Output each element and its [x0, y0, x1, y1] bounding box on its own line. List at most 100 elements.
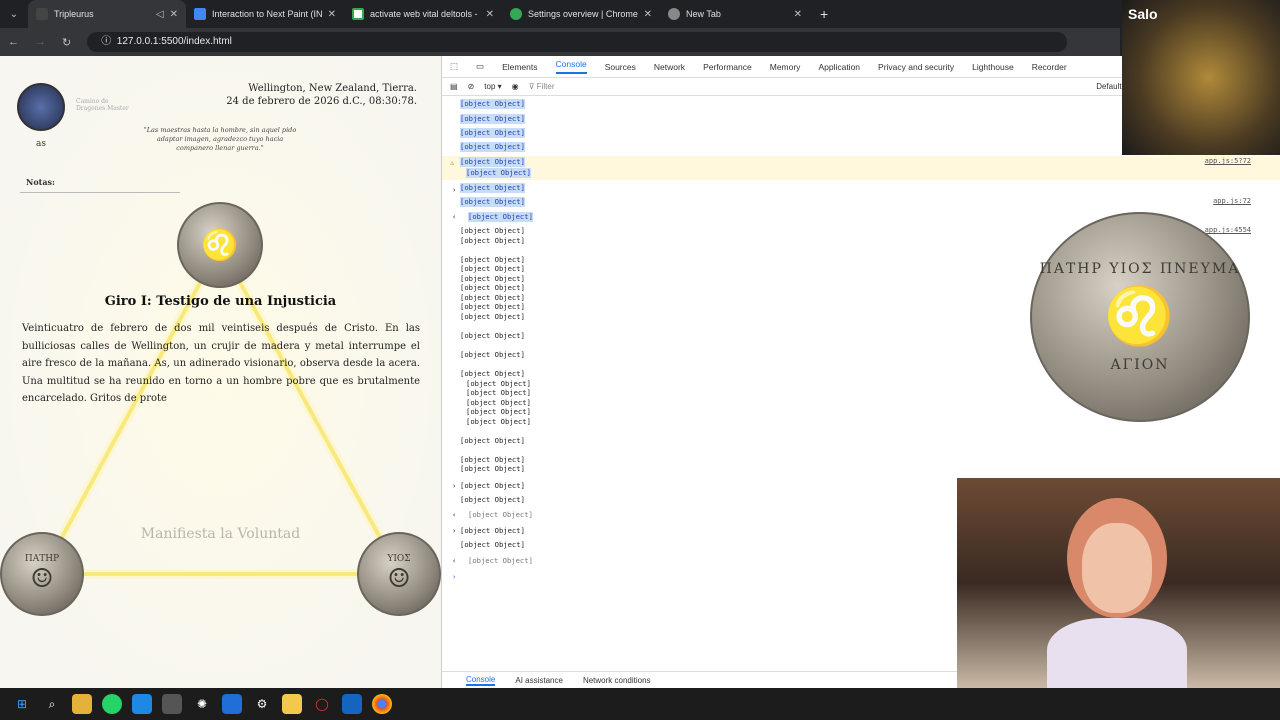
tab-recorder[interactable]: Recorder: [1032, 62, 1067, 72]
return-arrow-icon: ‹: [452, 556, 457, 565]
location-text: Wellington, New Zealand, Tierra.: [248, 83, 417, 94]
sidebar-toggle-icon[interactable]: ▤: [450, 82, 458, 91]
source-link[interactable]: app.js:72: [1213, 197, 1251, 205]
expand-icon[interactable]: ›: [452, 481, 456, 490]
console-line: [object Object]: [466, 417, 531, 426]
header-location: Wellington, New Zealand, Tierra. 24 de f…: [226, 82, 417, 108]
notes-divider: [20, 192, 180, 193]
favicon-icon: [194, 8, 206, 20]
console-line: [object Object]: [460, 99, 525, 109]
chrome-icon: [510, 8, 522, 20]
search-icon[interactable]: ⌕: [42, 694, 62, 714]
tab-google-search[interactable]: activate web vital deltools - Bu ✕: [344, 0, 502, 28]
chrome-taskbar-icon[interactable]: [372, 694, 392, 714]
source-link[interactable]: app.js:5?72: [1205, 157, 1251, 165]
console-line: [object Object]: [460, 236, 525, 245]
favicon-icon: [36, 8, 48, 20]
console-line: [object Object]: [460, 142, 525, 152]
context-select[interactable]: top ▾: [484, 82, 501, 91]
console-line: [object Object]: [460, 114, 525, 124]
context-value: top: [484, 82, 496, 91]
filter-input[interactable]: ⊽ Filter: [529, 82, 555, 91]
clear-console-icon[interactable]: ⊘: [468, 82, 475, 91]
tab-tripleurus[interactable]: Tripleurus ◁ ✕: [28, 0, 186, 28]
return-arrow-icon: ‹: [452, 212, 457, 221]
tab-application[interactable]: Application: [818, 62, 860, 72]
settings-icon[interactable]: ⚙: [252, 694, 272, 714]
console-line: [object Object]: [460, 302, 525, 311]
url-text: 127.0.0.1:5500/index.html: [116, 36, 232, 47]
tab-title: Tripleurus: [54, 9, 94, 19]
forward-icon[interactable]: →: [35, 36, 46, 48]
whatsapp-icon[interactable]: [102, 694, 122, 714]
avatar-caption: as: [36, 139, 46, 149]
console-line: [object Object]: [460, 481, 525, 490]
console-line: [object Object]: [460, 283, 525, 292]
date-text: 24 de febrero de 2026 d.C., 08:30:78.: [226, 96, 417, 107]
console-line: [object Object]: [468, 556, 533, 565]
lion-coin-icon: ♌: [177, 202, 263, 288]
console-line: [object Object]: [468, 510, 533, 519]
tab-sources[interactable]: Sources: [605, 62, 636, 72]
file-explorer-icon[interactable]: [72, 694, 92, 714]
store-icon[interactable]: [132, 694, 152, 714]
tab-performance[interactable]: Performance: [703, 62, 752, 72]
close-icon[interactable]: ✕: [328, 9, 336, 20]
chatgpt-icon[interactable]: ✺: [192, 694, 212, 714]
console-line: [object Object]: [460, 183, 525, 193]
tab-privacy[interactable]: Privacy and security: [878, 62, 954, 72]
drawer-tab-ai-assistance[interactable]: AI assistance: [515, 676, 563, 685]
google-icon: [352, 8, 364, 20]
console-line: [object Object]: [460, 369, 525, 378]
console-line: [object Object]: [460, 226, 525, 235]
tab-console[interactable]: Console: [555, 59, 587, 74]
webcam-feed-image: [957, 478, 1280, 688]
inspect-icon[interactable]: ⬚: [450, 61, 458, 72]
drawer-tab-network-conditions[interactable]: Network conditions: [583, 676, 651, 685]
tab-title: Settings overview | Chrome D: [528, 9, 638, 19]
webcam-shirt: [1047, 618, 1187, 688]
close-icon[interactable]: ✕: [486, 9, 494, 20]
tab-memory[interactable]: Memory: [770, 62, 801, 72]
tab-settings-overview[interactable]: Settings overview | Chrome D ✕: [502, 0, 660, 28]
sticky-notes-icon[interactable]: [282, 694, 302, 714]
console-line: [object Object]: [460, 526, 525, 535]
webcam-face: [1082, 523, 1152, 613]
new-tab-button[interactable]: +: [810, 6, 828, 22]
console-line: [object Object]: [466, 168, 531, 178]
back-icon[interactable]: ←: [8, 36, 19, 48]
close-icon[interactable]: ✕: [644, 9, 652, 20]
eye-icon[interactable]: ◉: [512, 82, 519, 91]
windows-start-icon[interactable]: ⊞: [12, 694, 32, 714]
address-bar[interactable]: ⓘ 127.0.0.1:5500/index.html: [87, 32, 1068, 52]
console-line: [object Object]: [460, 128, 525, 138]
drawer-tab-console[interactable]: Console: [466, 675, 496, 686]
close-icon[interactable]: ✕: [794, 9, 802, 20]
warning-icon: ⚠: [450, 158, 455, 167]
tab-inp[interactable]: Interaction to Next Paint (INP) ✕: [186, 0, 344, 28]
tab-network[interactable]: Network: [654, 62, 685, 72]
reload-icon[interactable]: ↻: [62, 36, 71, 49]
coin-right-text: ΥΙΟΣ: [387, 554, 411, 564]
expand-icon[interactable]: ›: [452, 185, 456, 194]
console-line: [object Object]: [460, 331, 525, 340]
tab-elements[interactable]: Elements: [502, 62, 537, 72]
tab-lighthouse[interactable]: Lighthouse: [972, 62, 1014, 72]
avatar[interactable]: [17, 83, 65, 131]
vscode-icon[interactable]: [222, 694, 242, 714]
opera-icon[interactable]: ◯: [312, 694, 332, 714]
close-icon[interactable]: ✕: [170, 9, 178, 20]
tab-search-icon[interactable]: ⌄: [0, 9, 28, 20]
console-line: [object Object]: [460, 495, 525, 504]
console-line: [object Object]: [466, 388, 531, 397]
device-icon[interactable]: ▭: [476, 61, 484, 72]
source-link[interactable]: app.js:4554: [1205, 226, 1251, 234]
tab-new-tab[interactable]: New Tab ✕: [660, 0, 810, 28]
coin-bottom-text: ΑΓΙΟΝ: [1110, 357, 1170, 373]
notepad-icon[interactable]: [342, 694, 362, 714]
narration-text: Veinticuatro de febrero de dos mil veint…: [22, 323, 420, 404]
mute-icon[interactable]: ◁: [156, 9, 164, 20]
terminal-icon[interactable]: [162, 694, 182, 714]
prompt-icon[interactable]: ›: [452, 572, 456, 581]
expand-icon[interactable]: ›: [452, 526, 456, 535]
